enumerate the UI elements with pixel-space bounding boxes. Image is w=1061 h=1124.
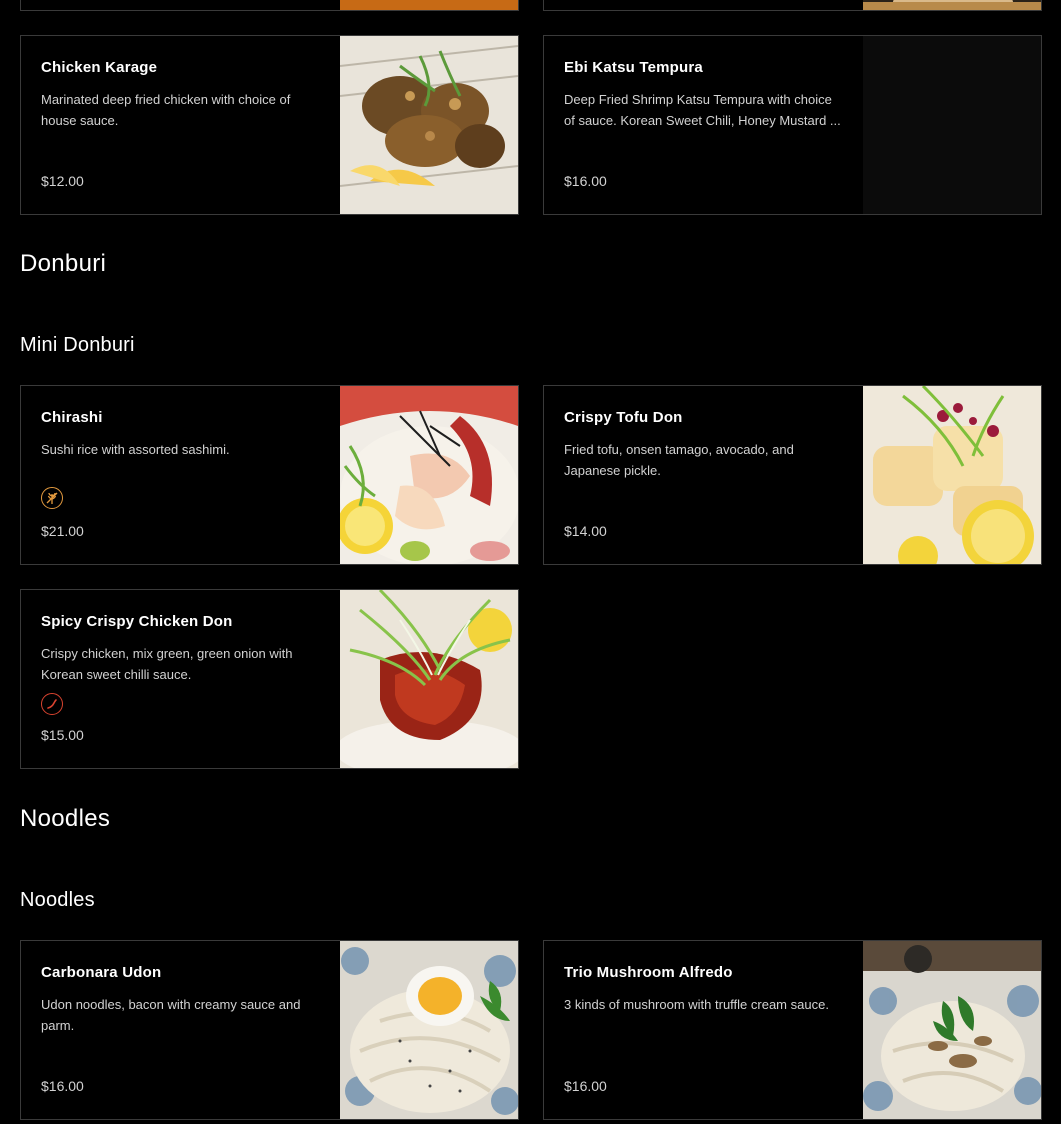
chili-pepper-icon	[41, 693, 63, 715]
menu-item-card[interactable]: Chicken Karage Marinated deep fried chic…	[20, 35, 519, 215]
item-price: $14.00	[564, 523, 607, 539]
item-description: 3 kinds of mushroom with truffle cream s…	[564, 997, 829, 1012]
item-price: $16.00	[564, 173, 607, 189]
carbonara-udon-photo	[340, 941, 518, 1119]
fried-chicken-photo	[340, 36, 518, 214]
item-description: Fried tofu, onsen tamago, avocado, and J…	[564, 442, 794, 478]
item-name: Ebi Katsu Tempura	[564, 59, 703, 76]
sashimi-bowl-photo	[340, 386, 518, 564]
section-title-noodles: Noodles	[20, 805, 111, 832]
item-price: $16.00	[41, 1078, 84, 1094]
item-description: Deep Fried Shrimp Katsu Tempura with cho…	[564, 92, 841, 128]
item-price: $21.00	[41, 523, 84, 539]
item-description: Udon noodles, bacon with creamy sauce an…	[41, 997, 301, 1033]
item-description: Crispy chicken, mix green, green onion w…	[41, 646, 293, 682]
item-name: Trio Mushroom Alfredo	[564, 964, 733, 981]
chicken-bowl-photo	[340, 590, 518, 768]
menu-item-card[interactable]: Chirashi Sushi rice with assorted sashim…	[20, 385, 519, 565]
menu-page: Chicken Karage Marinated deep fried chic…	[0, 0, 1061, 1124]
tofu-bowl-photo	[863, 386, 1041, 564]
item-name: Chicken Karage	[41, 59, 158, 76]
gluten-free-icon	[41, 487, 63, 509]
menu-item-card[interactable]: Ebi Katsu Tempura Deep Fried Shrimp Kats…	[543, 35, 1042, 215]
menu-item-card[interactable]	[20, 0, 519, 11]
section-title-donburi: Donburi	[20, 250, 107, 277]
menu-item-card[interactable]: Crispy Tofu Don Fried tofu, onsen tamago…	[543, 385, 1042, 565]
menu-item-card[interactable]: Carbonara Udon Udon noodles, bacon with …	[20, 940, 519, 1120]
item-name: Chirashi	[41, 409, 103, 426]
item-description: Sushi rice with assorted sashimi.	[41, 442, 230, 457]
item-name: Carbonara Udon	[41, 964, 162, 981]
item-price: $15.00	[41, 727, 84, 743]
food-photo	[863, 0, 1041, 10]
item-name: Spicy Crispy Chicken Don	[41, 613, 233, 630]
food-photo	[340, 0, 518, 10]
empty-photo-placeholder	[863, 36, 1041, 214]
menu-item-card[interactable]: Spicy Crispy Chicken Don Crispy chicken,…	[20, 589, 519, 769]
menu-item-card[interactable]: Trio Mushroom Alfredo 3 kinds of mushroo…	[543, 940, 1042, 1120]
item-description: Marinated deep fried chicken with choice…	[41, 92, 291, 128]
mushroom-alfredo-photo	[863, 941, 1041, 1119]
item-price: $12.00	[41, 173, 84, 189]
subsection-title-mini-donburi: Mini Donburi	[20, 334, 135, 356]
menu-item-card[interactable]	[543, 0, 1042, 11]
subsection-title-noodles: Noodles	[20, 889, 95, 911]
item-name: Crispy Tofu Don	[564, 409, 683, 426]
item-price: $16.00	[564, 1078, 607, 1094]
